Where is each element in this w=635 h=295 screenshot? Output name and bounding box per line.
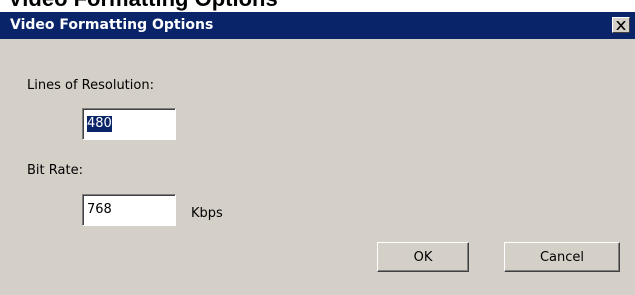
dialog-titlebar[interactable]: Video Formatting Options bbox=[0, 12, 635, 39]
resolution-value: 480 bbox=[87, 116, 112, 132]
video-formatting-dialog: Video Formatting Options Lines of Resolu… bbox=[0, 12, 635, 295]
close-button[interactable] bbox=[612, 17, 630, 33]
close-icon bbox=[613, 18, 629, 32]
bitrate-value: 768 bbox=[87, 202, 112, 217]
ok-button[interactable]: OK bbox=[377, 242, 469, 272]
dialog-title: Video Formatting Options bbox=[10, 17, 214, 33]
bitrate-unit-label: Kbps bbox=[191, 206, 223, 221]
bitrate-input[interactable]: 768 bbox=[82, 194, 176, 226]
resolution-input[interactable]: 480 bbox=[82, 108, 176, 140]
bitrate-label: Bit Rate: bbox=[27, 163, 83, 178]
cropped-heading-text: Video Formatting Options bbox=[8, 0, 278, 11]
cropped-page-heading: Video Formatting Options bbox=[0, 0, 635, 12]
resolution-label: Lines of Resolution: bbox=[27, 78, 154, 93]
cancel-button[interactable]: Cancel bbox=[504, 242, 620, 272]
